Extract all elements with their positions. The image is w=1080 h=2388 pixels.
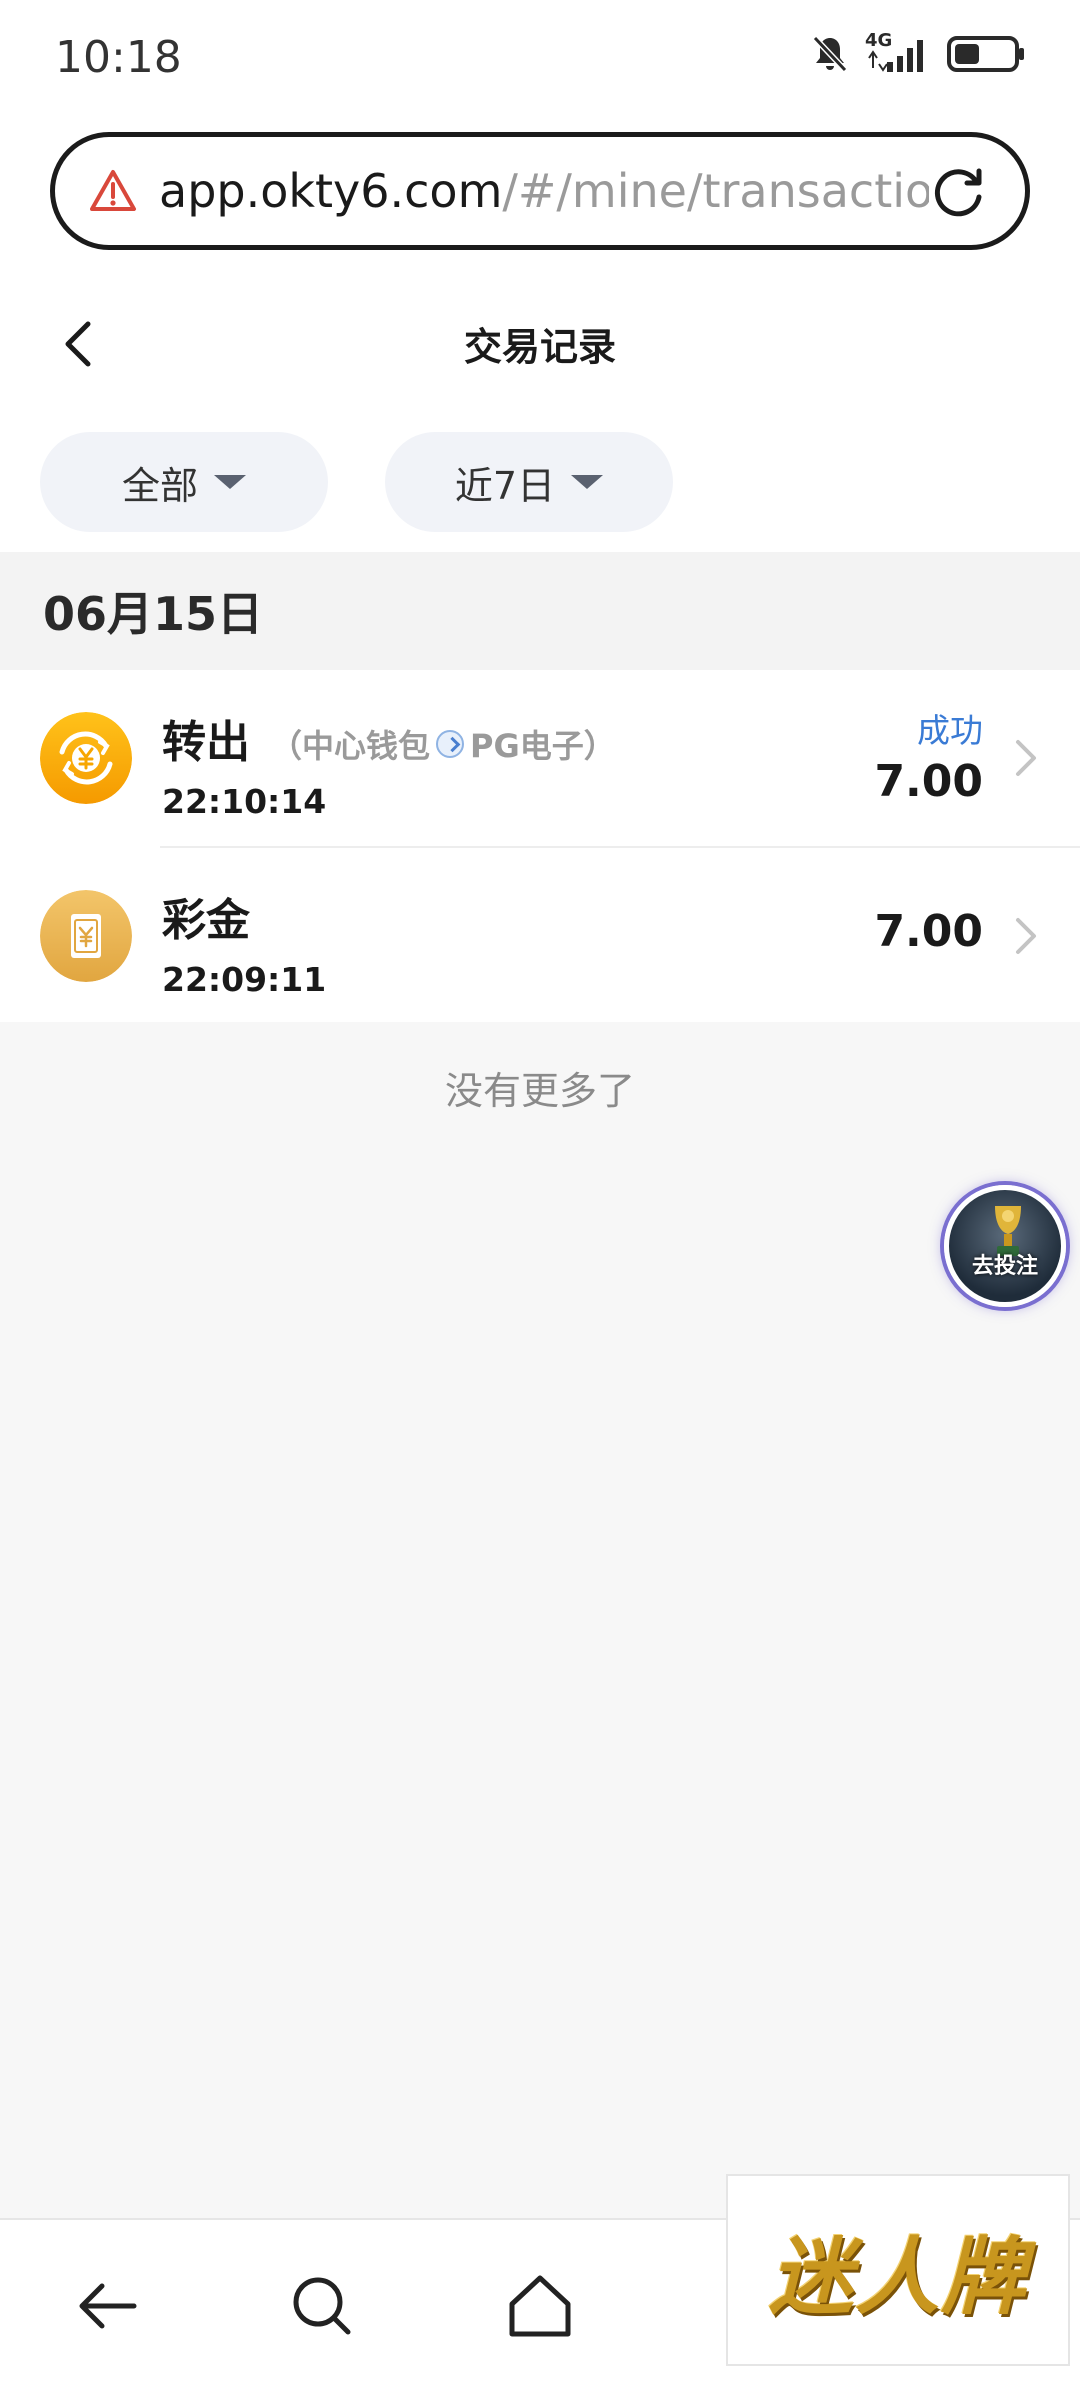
transaction-main: 彩金 22:09:11: [162, 884, 326, 999]
page-header: 交易记录: [0, 270, 1080, 416]
transaction-time: 22:10:14: [162, 782, 327, 821]
transaction-time: 22:09:11: [162, 960, 327, 999]
home-icon[interactable]: [502, 2268, 578, 2344]
date-group-header: 06月15日: [0, 552, 1080, 670]
transfer-source: （中心钱包: [270, 727, 431, 765]
type-filter-dropdown[interactable]: 全部: [40, 432, 328, 532]
transaction-row[interactable]: 转出 （中心钱包 PG电子） 22:10:14 成功 7.00: [0, 670, 1080, 846]
signal-icon: 4G: [865, 30, 931, 74]
date-range-label: 近7日: [454, 463, 556, 508]
bell-muted-icon: [812, 35, 848, 73]
back-arrow-icon[interactable]: [70, 2268, 146, 2344]
transfer-target: PG电子）: [470, 727, 616, 765]
arrow-right-icon: [436, 730, 465, 758]
type-filter-label: 全部: [121, 463, 198, 508]
transaction-amount: 7.00: [874, 906, 983, 957]
url-host: app.okty6.com: [159, 164, 503, 218]
transaction-title: 彩金: [162, 895, 250, 946]
reload-icon[interactable]: [929, 161, 989, 221]
page-title: 交易记录: [463, 325, 616, 369]
transfer-yen-icon: [40, 712, 132, 804]
search-icon[interactable]: [284, 2268, 360, 2344]
date-range-dropdown[interactable]: 近7日: [385, 432, 673, 532]
no-more-text: 没有更多了: [444, 1069, 635, 1113]
chevron-right-icon: [1016, 740, 1036, 776]
caret-down-icon: [571, 475, 604, 489]
browser-bar: app.okty6.com/#/mine/transactio: [0, 120, 1080, 270]
brand-text: 迷人牌: [768, 2226, 1027, 2326]
status-time: 10:18: [55, 32, 182, 83]
transaction-title: 转出: [162, 717, 250, 768]
filter-bar: 全部 近7日: [0, 416, 1080, 552]
transaction-detail: （中心钱包 PG电子）: [270, 721, 616, 767]
battery-icon: [947, 36, 1024, 72]
bonus-voucher-icon: [40, 890, 132, 982]
transaction-row[interactable]: 彩金 22:09:11 7.00: [40, 846, 1080, 1022]
transaction-main: 转出 （中心钱包 PG电子） 22:10:14: [162, 706, 616, 821]
address-bar[interactable]: app.okty6.com/#/mine/transactio: [50, 132, 1030, 250]
transaction-list: 转出 （中心钱包 PG电子） 22:10:14 成功 7.00 彩金 22:09…: [0, 670, 1080, 1022]
brand-logo: 迷人牌: [726, 2174, 1070, 2366]
transaction-status: 成功: [917, 711, 983, 750]
status-icons: 4G: [811, 30, 1025, 74]
place-bet-label: 去投注: [971, 1254, 1038, 1279]
transaction-amount: 7.00: [874, 756, 983, 807]
place-bet-float-button[interactable]: 去投注: [944, 1185, 1066, 1307]
chevron-right-icon: [1016, 918, 1036, 954]
status-bar: 10:18 4G: [0, 0, 1080, 120]
warning-icon[interactable]: [89, 169, 137, 213]
url-text[interactable]: app.okty6.com/#/mine/transactio: [159, 164, 929, 218]
caret-down-icon: [214, 475, 246, 489]
url-path: /#/mine/transactio: [502, 164, 929, 218]
